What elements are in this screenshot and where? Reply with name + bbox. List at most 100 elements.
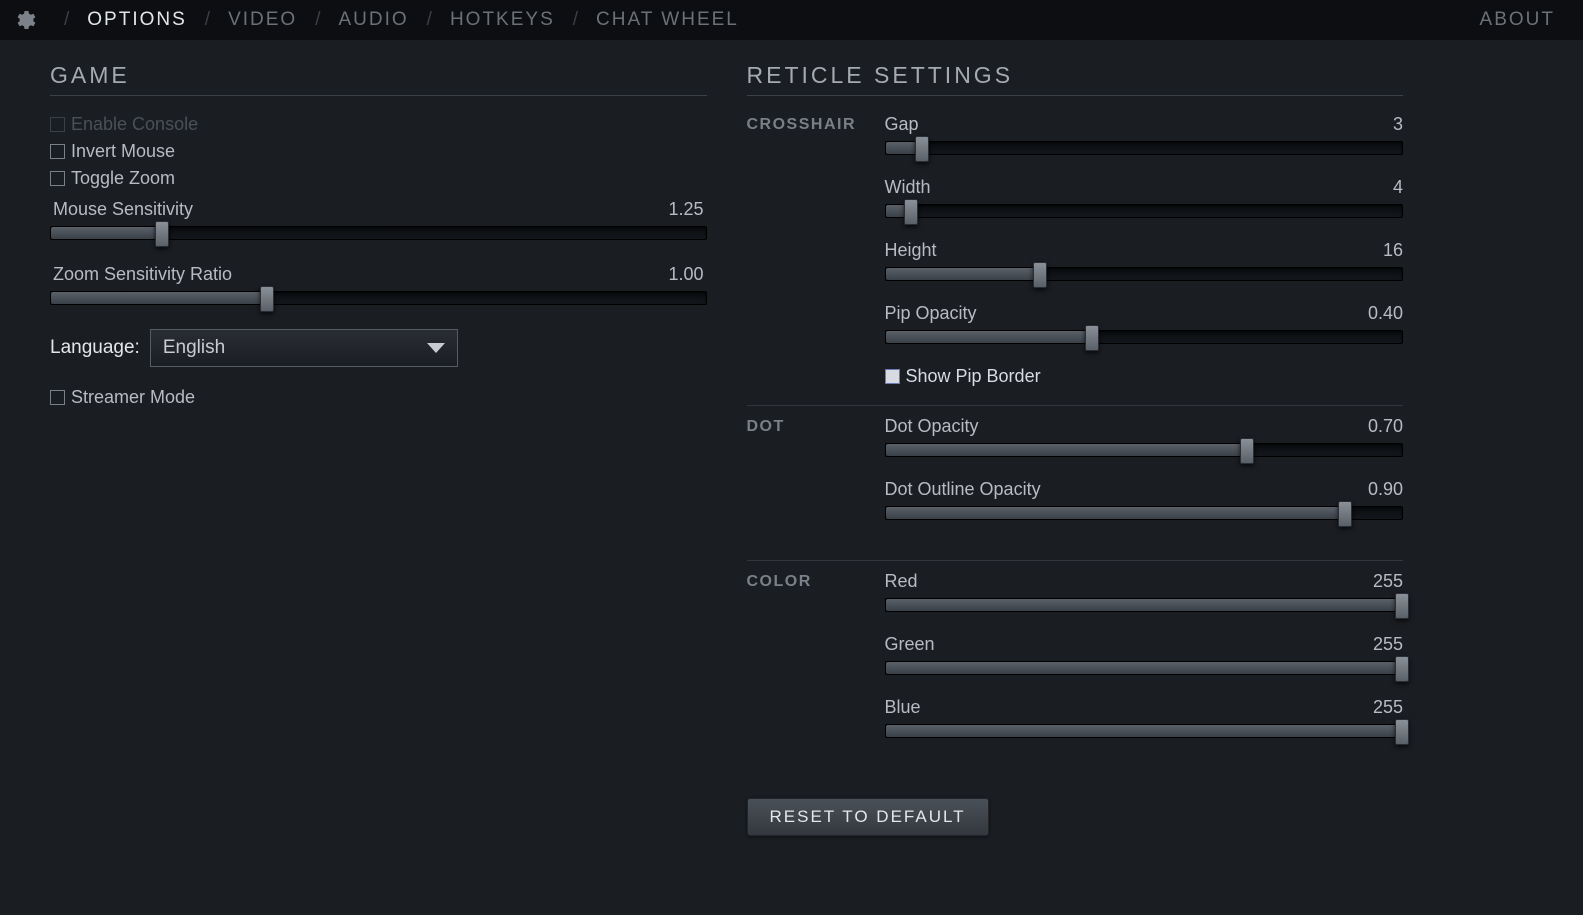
show-pip-border-row[interactable]: Show Pip Border [885, 366, 1404, 387]
height-slider[interactable]: Height16 [885, 240, 1404, 281]
dot-outline-value: 0.90 [1368, 479, 1403, 500]
separator: / [64, 9, 69, 31]
dot-section: DOT Dot Opacity 0.70 Dot Outline Opacity 0… [747, 416, 1404, 561]
slider-fill [886, 268, 1041, 280]
tab-chatwheel[interactable]: CHAT WHEEL [596, 9, 739, 31]
slider-fill [886, 725, 1403, 737]
dot-outline-slider[interactable]: Dot Outline Opacity 0.90 [885, 479, 1404, 520]
tab-hotkeys[interactable]: HOTKEYS [450, 9, 555, 31]
tab-video[interactable]: VIDEO [228, 9, 297, 31]
streamer-mode-row[interactable]: Streamer Mode [50, 387, 707, 408]
invert-mouse-row[interactable]: Invert Mouse [50, 141, 707, 162]
separator: / [315, 9, 320, 31]
pip-opacity-label: Pip Opacity [885, 303, 977, 324]
width-track[interactable] [885, 204, 1404, 218]
gap-label: Gap [885, 114, 919, 135]
gear-icon[interactable] [12, 8, 36, 32]
slider-thumb[interactable] [904, 199, 918, 225]
blue-label: Blue [885, 697, 921, 718]
toggle-zoom-checkbox[interactable] [50, 171, 65, 186]
red-slider[interactable]: Red255 [885, 571, 1404, 612]
zoom-ratio-value: 1.00 [668, 264, 703, 285]
invert-mouse-label: Invert Mouse [71, 141, 175, 162]
zoom-ratio-slider[interactable]: Zoom Sensitivity Ratio 1.00 [50, 264, 707, 305]
dot-opacity-value: 0.70 [1368, 416, 1403, 437]
blue-slider[interactable]: Blue 255 [885, 697, 1404, 738]
divider [50, 95, 707, 96]
dot-opacity-label: Dot Opacity [885, 416, 979, 437]
dot-outline-track[interactable] [885, 506, 1404, 520]
zoom-ratio-label: Zoom Sensitivity Ratio [53, 264, 232, 285]
zoom-ratio-track[interactable] [50, 291, 707, 305]
streamer-mode-label: Streamer Mode [71, 387, 195, 408]
slider-thumb[interactable] [915, 136, 929, 162]
tab-options[interactable]: OPTIONS [87, 9, 187, 31]
width-slider[interactable]: Width4 [885, 177, 1404, 218]
show-pip-border-checkbox[interactable] [885, 369, 900, 384]
width-label: Width [885, 177, 931, 198]
slider-fill [51, 292, 267, 304]
green-value: 255 [1373, 634, 1403, 655]
top-nav-bar: / OPTIONS / VIDEO / AUDIO / HOTKEYS / CH… [0, 0, 1583, 40]
show-pip-border-label: Show Pip Border [906, 366, 1041, 387]
slider-thumb[interactable] [1338, 501, 1352, 527]
color-section: COLOR Red255 Green 255 Blue 255 [747, 571, 1404, 778]
separator: / [573, 9, 578, 31]
dot-heading: DOT [747, 416, 885, 436]
slider-fill [886, 599, 1403, 611]
color-heading: COLOR [747, 571, 885, 591]
enable-console-row: Enable Console [50, 114, 707, 135]
slider-thumb[interactable] [1033, 262, 1047, 288]
blue-value: 255 [1373, 697, 1403, 718]
toggle-zoom-row[interactable]: Toggle Zoom [50, 168, 707, 189]
mouse-sens-value: 1.25 [668, 199, 703, 220]
dot-outline-label: Dot Outline Opacity [885, 479, 1041, 500]
gap-value: 3 [1393, 114, 1403, 135]
slider-fill [886, 444, 1248, 456]
language-dropdown[interactable]: English [150, 329, 458, 367]
slider-thumb[interactable] [260, 286, 274, 312]
green-track[interactable] [885, 661, 1404, 675]
about-link[interactable]: ABOUT [1480, 9, 1555, 31]
slider-fill [51, 227, 162, 239]
red-track[interactable] [885, 598, 1404, 612]
game-title: GAME [50, 62, 707, 89]
slider-thumb[interactable] [1395, 656, 1409, 682]
slider-thumb[interactable] [1395, 593, 1409, 619]
crosshair-section: CROSSHAIR Gap3 Width4 Height16 Pip Opaci… [747, 114, 1404, 406]
reticle-title: RETICLE SETTINGS [747, 62, 1404, 89]
slider-thumb[interactable] [155, 221, 169, 247]
language-value: English [163, 337, 225, 359]
enable-console-checkbox [50, 117, 65, 132]
invert-mouse-checkbox[interactable] [50, 144, 65, 159]
red-value: 255 [1373, 571, 1403, 592]
reset-to-default-button[interactable]: RESET TO DEFAULT [747, 798, 989, 836]
pip-opacity-slider[interactable]: Pip Opacity 0.40 [885, 303, 1404, 344]
chevron-down-icon [427, 343, 445, 353]
tab-audio[interactable]: AUDIO [338, 9, 408, 31]
slider-thumb[interactable] [1240, 438, 1254, 464]
green-slider[interactable]: Green 255 [885, 634, 1404, 675]
green-label: Green [885, 634, 935, 655]
gap-slider[interactable]: Gap 3 [885, 114, 1404, 155]
pip-opacity-value: 0.40 [1368, 303, 1403, 324]
dot-opacity-track[interactable] [885, 443, 1404, 457]
game-panel: GAME Enable Console Invert Mouse Toggle … [50, 62, 707, 836]
language-row: Language: English [50, 329, 707, 367]
mouse-sensitivity-slider[interactable]: Mouse Sensitivity 1.25 [50, 199, 707, 240]
separator: / [205, 9, 210, 31]
slider-fill [886, 662, 1403, 674]
pip-opacity-track[interactable] [885, 330, 1404, 344]
blue-track[interactable] [885, 724, 1404, 738]
slider-thumb[interactable] [1395, 719, 1409, 745]
mouse-sens-track[interactable] [50, 226, 707, 240]
slider-thumb[interactable] [1085, 325, 1099, 351]
language-label: Language: [50, 337, 140, 359]
gap-track[interactable] [885, 141, 1404, 155]
enable-console-label: Enable Console [71, 114, 198, 135]
slider-fill [886, 507, 1346, 519]
streamer-mode-checkbox[interactable] [50, 390, 65, 405]
dot-opacity-slider[interactable]: Dot Opacity 0.70 [885, 416, 1404, 457]
height-value: 16 [1383, 240, 1403, 261]
height-track[interactable] [885, 267, 1404, 281]
